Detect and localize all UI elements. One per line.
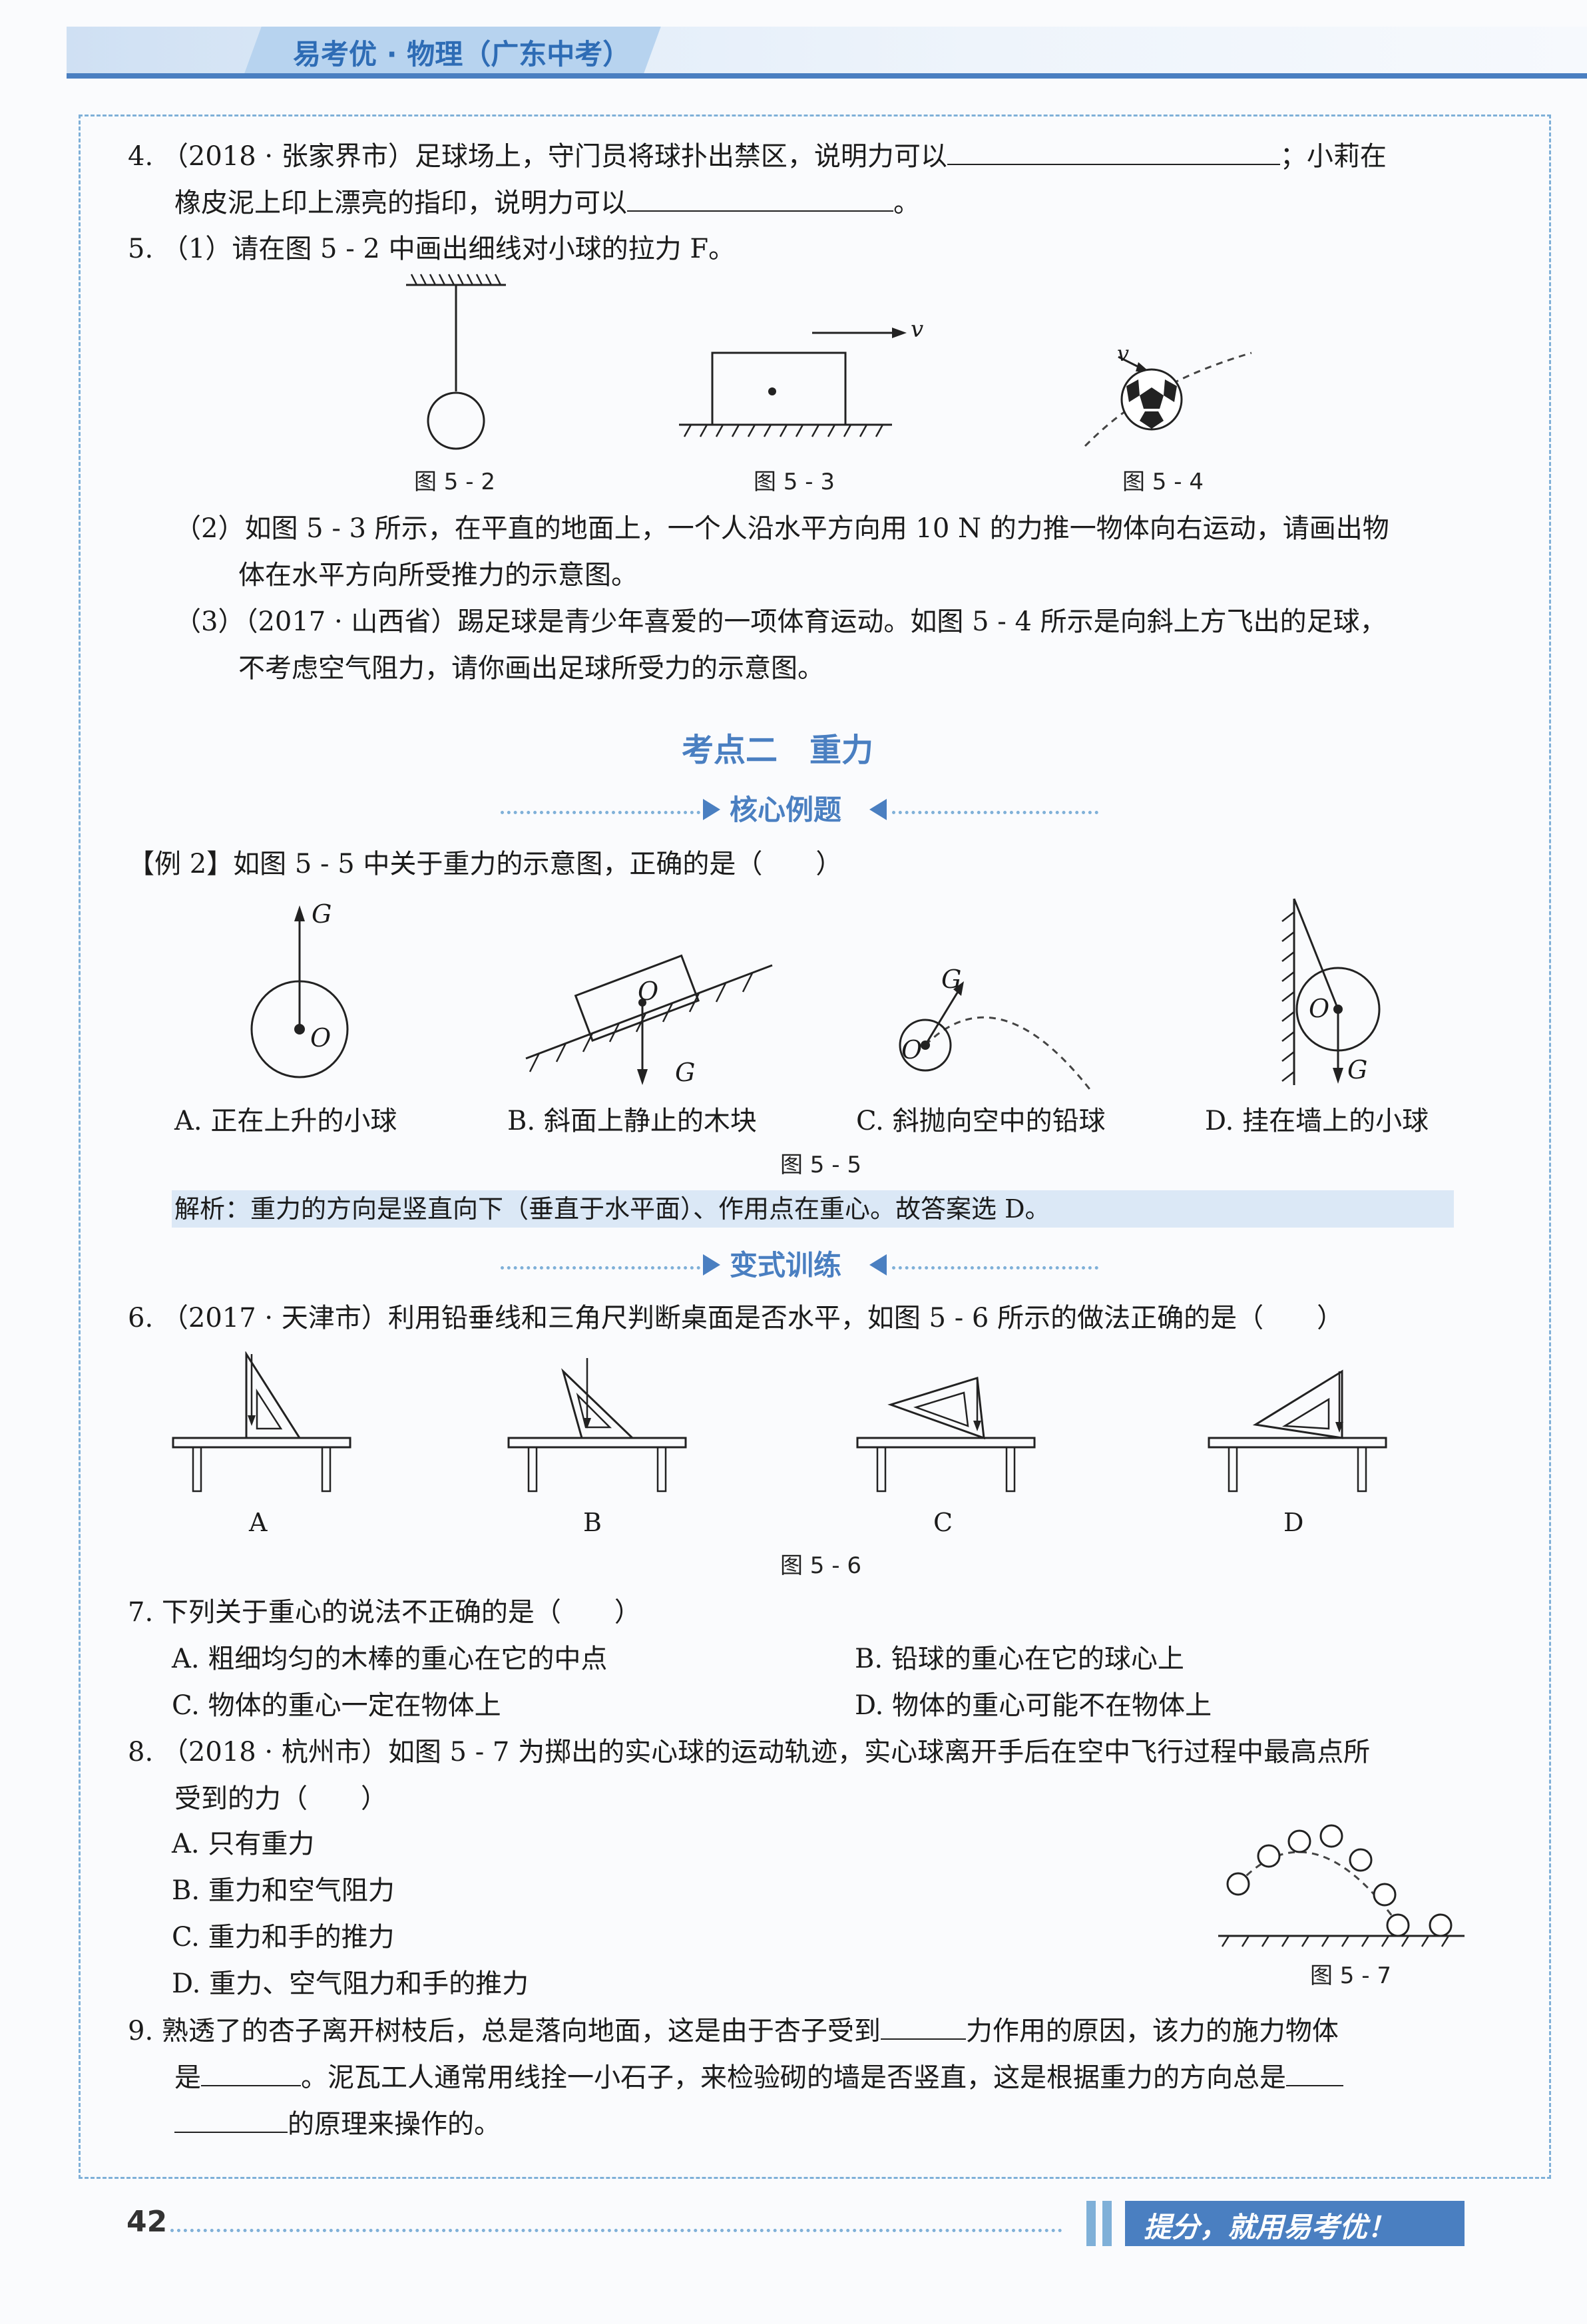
q4-line1: 4. （2018 · 张家界市）足球场上，守门员将球扑出禁区，说明力可以 ；小莉在 (128, 137, 1387, 175)
fig-5-5-a-o-label: O (310, 1023, 332, 1052)
fig-5-2-caption: 图 5 - 2 (414, 469, 495, 495)
q5-part2-line2: 体在水平方向所受推力的示意图。 (238, 560, 638, 590)
figure-5-6-a (172, 1351, 351, 1493)
core-example-arrow-left (703, 799, 720, 820)
q5-part2-line1: （2）如图 5 - 3 所示，在平直的地面上，一个人沿水平方向用 10 N 的力… (174, 513, 1389, 544)
q9-blank-3a[interactable] (1286, 2058, 1343, 2086)
q8-question-line2: 受到的力（ ） (174, 1783, 387, 1814)
variant-arrow-left (703, 1254, 720, 1276)
q9-line2: 是。泥瓦工人通常用线拴一小石子，来检验砌的墙是否竖直，这是根据重力的方向总是 (174, 2058, 1343, 2096)
q5-part3-line1: （3）（2017 · 山西省）踢足球是青少年喜爱的一项体育运动。如图 5 - 4… (174, 606, 1387, 637)
example2-question: 【例 2】如图 5 - 5 中关于重力的示意图，正确的是（ ） (128, 849, 843, 879)
variant-training-heading: 变式训练 (730, 1249, 842, 1281)
fig-5-5-d-g-label: G (1347, 1055, 1368, 1084)
fig-5-5-b-g-label: G (675, 1058, 696, 1087)
variant-divider-right (892, 1266, 1098, 1270)
figure-5-5-b (525, 954, 773, 1085)
figure-5-4 (1084, 351, 1252, 447)
fig-5-5-d-o-label: O (1309, 994, 1330, 1023)
q6-question: 6. （2017 · 天津市）利用铅垂线和三角尺判断桌面是否水平，如图 5 - … (128, 1303, 1344, 1333)
q4-blank-2[interactable] (627, 184, 893, 212)
fig-5-5-c-o-label: O (901, 1035, 923, 1064)
fig-5-5-a-g-label: G (312, 899, 332, 929)
header-title: 易考优 · 物理（广东中考） (293, 38, 631, 71)
figure-5-5-a (250, 905, 349, 1078)
fig-5-3-velocity-label: v (911, 316, 924, 343)
example2-option-a: A. 正在上升的小球 (174, 1106, 397, 1136)
fig-5-5-b-o-label: O (638, 977, 659, 1006)
q9-blank-3b[interactable] (174, 2105, 288, 2133)
fig-5-6-label-b: B (583, 1508, 602, 1537)
q9-line3: 的原理来操作的。 (174, 2105, 501, 2143)
figure-5-6-d (1208, 1369, 1387, 1493)
example2-option-d: D. 挂在墙上的小球 (1205, 1106, 1429, 1136)
fig-5-4-caption: 图 5 - 4 (1122, 469, 1204, 495)
fig-5-6-label-d: D (1283, 1508, 1304, 1537)
footer-dotted-line (170, 2229, 1062, 2232)
q4-blank-1[interactable] (947, 137, 1280, 165)
q8-question-line1: 8. （2018 · 杭州市）如图 5 - 7 为掷出的实心球的运动轨迹，实心球… (128, 1737, 1371, 1767)
q8-option-c: C. 重力和手的推力 (172, 1922, 395, 1953)
footer-stripe-2 (1102, 2201, 1112, 2246)
q9-blank-2[interactable] (201, 2058, 301, 2086)
figure-5-7 (1218, 1824, 1465, 1947)
q8-option-d: D. 重力、空气阻力和手的推力 (172, 1969, 529, 1999)
q8-option-a: A. 只有重力 (172, 1829, 315, 1859)
footer-slogan: 提分，就用易考优！ (1144, 2211, 1396, 2243)
example2-option-c: C. 斜抛向空中的铅球 (856, 1106, 1106, 1136)
section-title: 考点二 重力 (682, 732, 874, 769)
figure-5-3 (679, 328, 907, 437)
fig-5-4-velocity-label: v (1117, 341, 1130, 366)
q7-option-c: C. 物体的重心一定在物体上 (172, 1690, 501, 1721)
variant-arrow-right (869, 1254, 887, 1276)
page-number: 42 (126, 2205, 168, 2239)
figure-5-6-c (856, 1377, 1036, 1493)
core-example-heading: 核心例题 (730, 794, 842, 826)
fig-5-7-caption: 图 5 - 7 (1310, 1963, 1391, 1989)
core-example-arrow-right (869, 799, 887, 820)
q7-option-a: A. 粗细均匀的木棒的重心在它的中点 (172, 1644, 608, 1674)
figure-5-6-b (507, 1358, 687, 1493)
fig-5-6-label-c: C (933, 1508, 953, 1537)
figure-5-5-d (1281, 898, 1381, 1085)
q7-option-b: B. 铅球的重心在它的球心上 (855, 1644, 1184, 1674)
variant-divider-left (501, 1266, 700, 1270)
core-example-divider-right (892, 811, 1098, 814)
example2-option-b: B. 斜面上静止的木块 (507, 1106, 757, 1136)
example2-analysis: 解析：重力的方向是竖直向下（垂直于水平面）、作用点在重心。故答案选 D。 (174, 1194, 1050, 1224)
q7-option-d: D. 物体的重心可能不在物体上 (855, 1690, 1212, 1721)
q8-option-b: B. 重力和空气阻力 (172, 1875, 395, 1906)
q7-question: 7. 下列关于重心的说法不正确的是（ ） (128, 1597, 641, 1628)
q5-part1: 5. （1）请在图 5 - 2 中画出细线对小球的拉力 F。 (128, 234, 736, 264)
core-example-divider-left (501, 811, 700, 814)
fig-5-6-caption: 图 5 - 6 (780, 1552, 861, 1579)
fig-5-5-caption: 图 5 - 5 (780, 1152, 861, 1178)
q5-part3-line2: 不考虑空气阻力，请你画出足球所受力的示意图。 (238, 653, 824, 684)
q9-blank-1[interactable] (880, 2012, 966, 2040)
fig-5-5-c-g-label: G (941, 965, 962, 994)
fig-5-6-label-a: A (249, 1508, 268, 1537)
footer-stripe-1 (1086, 2201, 1096, 2246)
figure-5-2 (406, 274, 506, 450)
q4-line2: 橡皮泥上印上漂亮的指印，说明力可以。 (174, 184, 920, 222)
fig-5-3-caption: 图 5 - 3 (754, 469, 835, 495)
q9-line1: 9. 熟透了的杏子离开树枝后，总是落向地面，这是由于杏子受到 力作用的原因，该力的… (128, 2012, 1339, 2050)
